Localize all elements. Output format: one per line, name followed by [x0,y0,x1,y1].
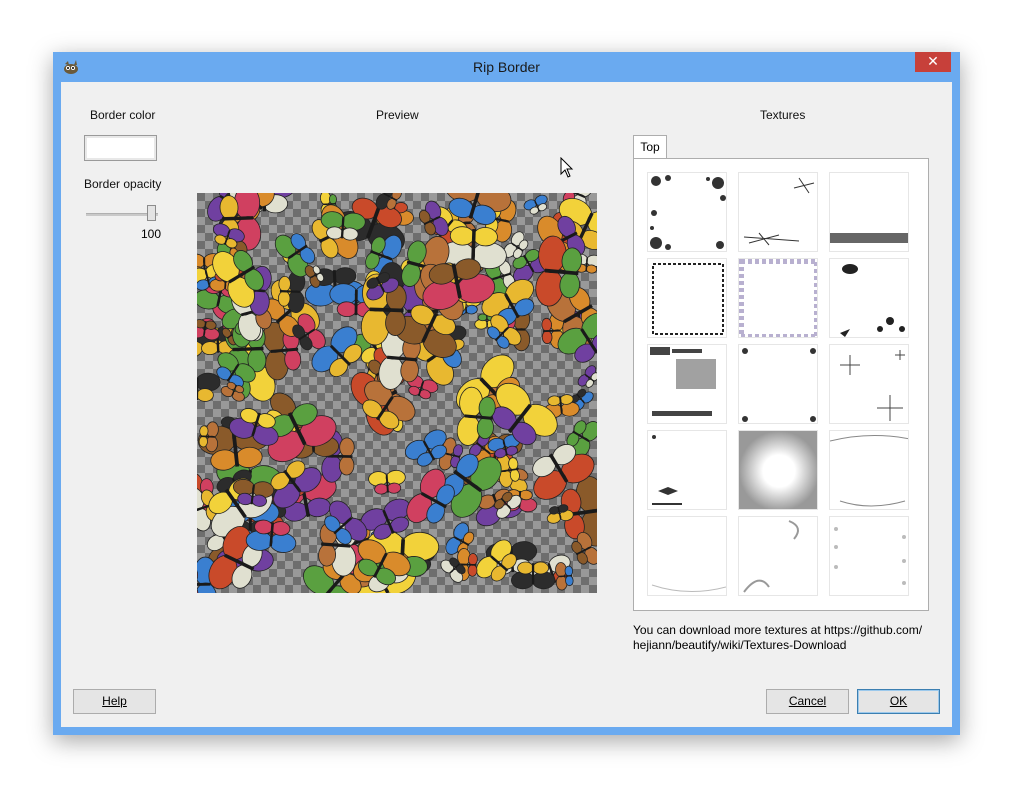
texture-thumb[interactable] [829,516,909,596]
textures-download-info: You can download more textures at https:… [633,623,923,652]
cancel-button[interactable]: Cancel [766,689,849,714]
tab-top[interactable]: Top [633,135,667,158]
texture-thumb[interactable] [738,430,818,510]
border-opacity-label: Border opacity [84,177,162,191]
window-title: Rip Border [473,59,540,75]
texture-thumb[interactable] [738,258,818,338]
help-button-label: Help [102,694,127,708]
texture-thumb[interactable] [738,344,818,424]
texture-thumb[interactable] [829,430,909,510]
preview-label: Preview [376,108,419,122]
texture-thumb[interactable] [647,430,727,510]
preview-image [197,193,597,593]
texture-thumb[interactable] [647,258,727,338]
rip-border-dialog: Rip Border ✕ Border color Border opacity… [53,52,960,735]
border-color-label: Border color [90,108,156,122]
close-button[interactable]: ✕ [915,52,951,72]
textures-label: Textures [760,108,806,122]
ok-button[interactable]: OK [857,689,940,714]
ok-button-label: OK [889,694,908,708]
dialog-content: Border color Border opacity 100 Preview … [61,82,952,727]
help-button[interactable]: Help [73,689,156,714]
texture-thumb[interactable] [647,172,727,252]
title-bar[interactable]: Rip Border ✕ [53,52,960,82]
texture-thumb[interactable] [647,344,727,424]
opacity-slider-handle[interactable] [147,205,156,221]
texture-thumb[interactable] [829,344,909,424]
texture-thumb[interactable] [829,172,909,252]
texture-thumb[interactable] [738,516,818,596]
cancel-button-label: Cancel [788,694,827,708]
texture-gallery [633,158,929,611]
border-color-button[interactable] [84,135,157,161]
texture-thumb[interactable] [738,172,818,252]
mouse-cursor-icon [560,157,574,178]
butterfly-collage [197,193,597,593]
opacity-value: 100 [140,227,161,241]
texture-thumb[interactable] [829,258,909,338]
texture-thumb[interactable] [647,516,727,596]
